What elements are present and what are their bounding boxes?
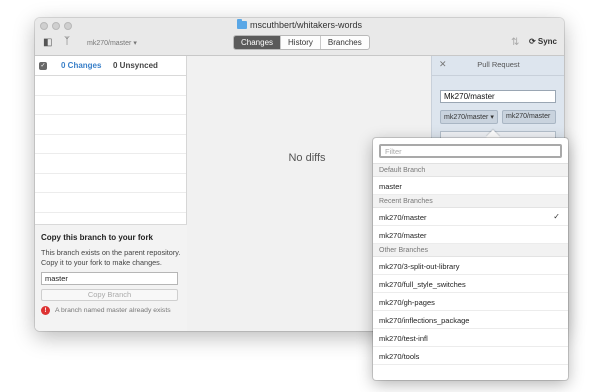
view-tabs: Changes History Branches bbox=[233, 35, 370, 50]
chevron-down-icon: ▾ bbox=[490, 114, 494, 121]
branch-item[interactable]: mk270/test-infl bbox=[373, 329, 568, 347]
branch-item[interactable]: mk270/full_style_switches bbox=[373, 275, 568, 293]
compare-branch-select[interactable]: mk270/master bbox=[502, 110, 556, 124]
branch-item[interactable]: mk270/master bbox=[373, 226, 568, 244]
fork-branch-name-input[interactable]: master bbox=[41, 272, 178, 285]
section-header-recent: Recent Branches bbox=[373, 195, 568, 208]
list-item bbox=[35, 193, 186, 213]
sync-icon: ⟳ bbox=[528, 37, 536, 46]
section-header-default: Default Branch bbox=[373, 164, 568, 177]
title-bar: mscuthbert/whitakers-words ◧ ᛉ mk270/mas… bbox=[35, 18, 564, 56]
base-branch-label: mk270/master bbox=[444, 114, 489, 121]
tab-history[interactable]: History bbox=[281, 36, 321, 49]
branch-dropdown: Filter Default Branch master Recent Bran… bbox=[373, 138, 568, 380]
list-item bbox=[35, 76, 186, 96]
copy-branch-button[interactable]: Copy Branch bbox=[41, 289, 178, 301]
sync-label: Sync bbox=[537, 37, 557, 46]
window-title: mscuthbert/whitakers-words bbox=[35, 19, 564, 30]
branch-item[interactable]: mk270/gh-pages bbox=[373, 293, 568, 311]
section-header-other: Other Branches bbox=[373, 244, 568, 257]
tab-changes[interactable]: Changes bbox=[234, 36, 282, 49]
sidebar-toggle-icon[interactable]: ◧ bbox=[43, 37, 52, 48]
pull-request-header: ✕ Pull Request bbox=[432, 56, 564, 76]
checkmark-icon: ✓ bbox=[553, 212, 560, 221]
branch-item[interactable]: mk270/tools bbox=[373, 347, 568, 365]
folder-icon bbox=[236, 19, 247, 29]
branch-filter-row: Filter bbox=[373, 138, 568, 164]
select-all-checkbox[interactable]: ✓ bbox=[39, 62, 47, 70]
branch-item[interactable]: master bbox=[373, 177, 568, 195]
pull-request-icon[interactable]: ⇅ bbox=[511, 37, 519, 48]
tab-uncommitted-changes[interactable]: 0 Changes bbox=[61, 61, 101, 70]
list-item bbox=[35, 115, 186, 135]
branch-exists-error: ! A branch named master already exists bbox=[41, 306, 181, 315]
changes-sidebar: ✓ 0 Changes 0 Unsynced Copy this branch … bbox=[35, 56, 187, 331]
tab-branches[interactable]: Branches bbox=[321, 36, 369, 49]
branch-item[interactable]: mk270/inflections_package bbox=[373, 311, 568, 329]
tab-unsynced-commits[interactable]: 0 Unsynced bbox=[113, 61, 158, 70]
repo-title: mscuthbert/whitakers-words bbox=[249, 20, 363, 30]
copy-branch-description: This branch exists on the parent reposit… bbox=[41, 248, 181, 267]
branch-item-selected[interactable]: mk270/master ✓ bbox=[373, 208, 568, 226]
pull-request-title: Pull Request bbox=[477, 60, 520, 69]
branch-item-label: mk270/master bbox=[379, 213, 427, 222]
chevron-down-icon: ▾ bbox=[133, 40, 137, 47]
list-item bbox=[35, 135, 186, 154]
pr-title-input[interactable]: Mk270/master bbox=[440, 90, 556, 103]
sync-button[interactable]: ⟳ Sync bbox=[529, 37, 557, 46]
error-icon: ! bbox=[41, 306, 50, 315]
branch-item[interactable]: mk270/3-split-out-library bbox=[373, 257, 568, 275]
list-item bbox=[35, 96, 186, 115]
list-item bbox=[35, 154, 186, 174]
error-message: A branch named master already exists bbox=[55, 307, 171, 314]
copy-branch-title: Copy this branch to your fork bbox=[41, 233, 154, 242]
branch-filter-input[interactable]: Filter bbox=[379, 144, 562, 158]
copy-branch-panel: Copy this branch to your fork This branc… bbox=[35, 224, 187, 331]
base-branch-select[interactable]: mk270/master ▾ bbox=[440, 110, 498, 124]
branch-icon[interactable]: ᛉ bbox=[64, 36, 70, 47]
compare-branch-label: mk270/master bbox=[506, 113, 551, 120]
list-item bbox=[35, 174, 186, 193]
changes-tabs: ✓ 0 Changes 0 Unsynced bbox=[35, 56, 186, 76]
branch-selector-label: mk270/master bbox=[87, 40, 132, 47]
branch-selector[interactable]: mk270/master ▾ bbox=[87, 39, 137, 47]
